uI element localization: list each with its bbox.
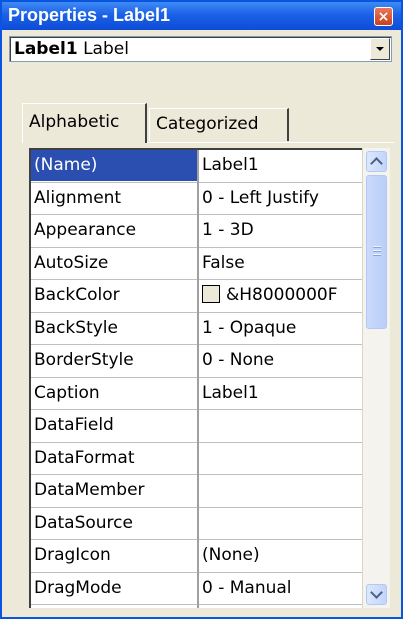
- property-value[interactable]: [202, 475, 362, 506]
- scrollbar-thumb[interactable]: [366, 175, 387, 329]
- grip-icon: [373, 246, 381, 247]
- dropdown-button[interactable]: [370, 38, 390, 60]
- object-name: Label1: [14, 39, 78, 59]
- object-type: Label: [83, 39, 129, 59]
- property-value[interactable]: 1 - 3D: [202, 215, 362, 246]
- property-name[interactable]: Alignment: [34, 183, 197, 214]
- scroll-up-button[interactable]: [366, 151, 387, 172]
- property-value[interactable]: (None): [202, 540, 362, 571]
- property-value[interactable]: [202, 443, 362, 474]
- property-name[interactable]: BackStyle: [34, 313, 197, 344]
- property-name[interactable]: AutoSize: [34, 248, 197, 279]
- scroll-down-button[interactable]: [366, 584, 387, 605]
- tab-alphabetic[interactable]: Alphabetic: [22, 103, 147, 143]
- property-value[interactable]: 0 - Left Justify: [202, 183, 362, 214]
- property-value[interactable]: Label1: [202, 150, 362, 181]
- property-value[interactable]: [202, 508, 362, 539]
- property-value[interactable]: Label1: [202, 378, 362, 409]
- property-name[interactable]: BackColor: [34, 280, 197, 311]
- title-bar[interactable]: Properties - Label1 ×: [2, 2, 401, 30]
- property-name[interactable]: DataSource: [34, 508, 197, 539]
- chevron-up-icon: [370, 157, 383, 170]
- grip-icon: [373, 250, 381, 251]
- tab-categorized[interactable]: Categorized: [149, 108, 289, 141]
- column-divider[interactable]: [197, 150, 199, 608]
- property-value: &H8000000F: [226, 285, 338, 305]
- window-title: Properties - Label1: [8, 5, 171, 25]
- close-icon: ×: [377, 8, 390, 25]
- chevron-down-icon: [370, 586, 383, 599]
- property-value-color[interactable]: &H8000000F: [202, 280, 362, 311]
- property-value[interactable]: 0 - Manual: [202, 573, 362, 604]
- property-value[interactable]: [202, 410, 362, 441]
- properties-window: Properties - Label1 × Label1 Label Alpha…: [0, 0, 403, 619]
- property-name[interactable]: DataFormat: [34, 443, 197, 474]
- property-value[interactable]: False: [202, 248, 362, 279]
- color-swatch: [202, 285, 220, 303]
- property-name[interactable]: DragMode: [34, 573, 197, 604]
- property-name[interactable]: BorderStyle: [34, 345, 197, 376]
- object-selector-value: Label1 Label: [14, 39, 129, 59]
- property-name[interactable]: DataField: [34, 410, 197, 441]
- property-name[interactable]: Caption: [34, 378, 197, 409]
- property-value[interactable]: 1 - Opaque: [202, 313, 362, 344]
- vertical-scrollbar[interactable]: [362, 148, 390, 608]
- grip-icon: [373, 254, 381, 255]
- property-name[interactable]: Appearance: [34, 215, 197, 246]
- property-name[interactable]: (Name): [31, 150, 197, 181]
- property-name[interactable]: DataMember: [34, 475, 197, 506]
- property-grid: (Name) Label1 Alignment 0 - Left Justify…: [29, 148, 362, 608]
- chevron-down-icon: [376, 47, 384, 51]
- property-name[interactable]: DragIcon: [34, 540, 197, 571]
- property-value[interactable]: 0 - None: [202, 345, 362, 376]
- close-button[interactable]: ×: [374, 7, 393, 26]
- object-selector-combo[interactable]: Label1 Label: [9, 36, 392, 62]
